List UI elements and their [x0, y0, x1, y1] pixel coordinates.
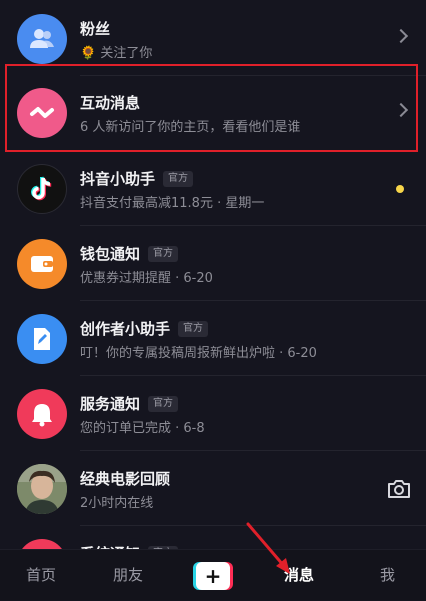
item-subtitle: 优惠券过期提醒 · 6-20 [80, 271, 213, 286]
nav-home[interactable]: 首页 [26, 564, 56, 585]
official-badge: 官方 [178, 320, 209, 337]
divider [80, 450, 426, 451]
person-photo-icon [17, 464, 67, 514]
list-item-service-notice[interactable]: 服务通知 官方 您的订单已完成 · 6-8 [0, 377, 426, 451]
edit-icon [17, 314, 67, 364]
item-subtitle: 叮！你的专属投稿周报新鲜出炉啦 · 6-20 [80, 346, 317, 361]
nav-friends[interactable]: 朋友 [113, 564, 143, 585]
item-title: 服务通知 官方 [80, 393, 179, 414]
avatar [17, 464, 67, 514]
create-button[interactable]: + [193, 562, 233, 590]
official-badge: 官方 [163, 170, 194, 187]
official-badge: 官方 [148, 245, 179, 262]
list-item-creator-assistant[interactable]: 创作者小助手 官方 叮！你的专属投稿周报新鲜出炉啦 · 6-20 [0, 302, 426, 376]
highlight-box [5, 64, 418, 152]
list-item-douyin-assistant[interactable]: 抖音小助手 官方 抖音支付最高减11.8元 · 星期一 [0, 152, 426, 226]
item-title: 粉丝 [80, 20, 111, 38]
annotation-arrow-icon [246, 522, 290, 574]
official-badge: 官方 [148, 395, 179, 412]
list-item-wallet-notice[interactable]: 钱包通知 官方 优惠券过期提醒 · 6-20 [0, 227, 426, 301]
chevron-right-icon [393, 28, 409, 44]
item-subtitle: 抖音支付最高减11.8元 · 星期一 [80, 196, 265, 211]
unread-dot [396, 185, 404, 193]
camera-icon[interactable] [386, 476, 412, 502]
bell-icon [17, 389, 67, 439]
douyin-logo-icon [17, 164, 67, 214]
wallet-icon [17, 239, 67, 289]
item-subtitle: 🌻 关注了你 [80, 46, 153, 61]
list-item-classic-movies[interactable]: 经典电影回顾 2小时内在线 [0, 452, 426, 526]
item-title: 抖音小助手 官方 [80, 168, 194, 189]
item-title: 钱包通知 官方 [80, 243, 179, 264]
item-subtitle: 您的订单已完成 · 6-8 [80, 421, 205, 436]
divider [80, 225, 426, 226]
users-icon [17, 14, 67, 64]
sunflower-icon: 🌻 [80, 46, 97, 61]
item-title: 创作者小助手 官方 [80, 318, 209, 339]
divider [80, 375, 426, 376]
plus-icon: + [196, 562, 230, 590]
item-title: 经典电影回顾 [80, 470, 171, 488]
item-subtitle: 2小时内在线 [80, 496, 154, 511]
bottom-nav: 首页 朋友 + 消息 我 [0, 549, 426, 600]
divider [80, 300, 426, 301]
nav-me[interactable]: 我 [380, 564, 395, 585]
